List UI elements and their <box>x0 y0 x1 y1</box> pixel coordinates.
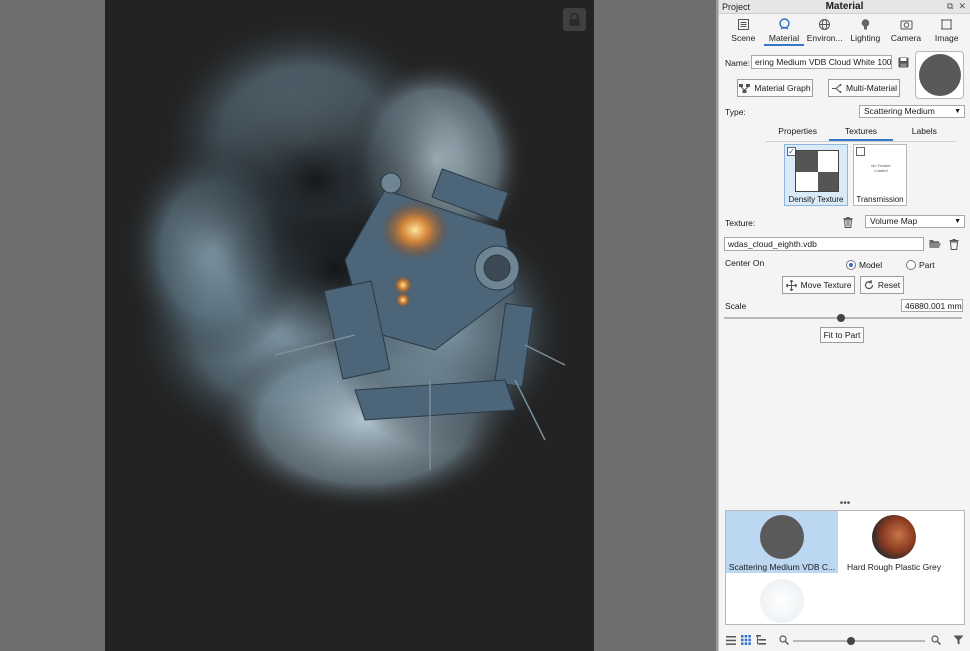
multi-material-button[interactable]: Multi-Material <box>828 79 900 97</box>
tab-image[interactable]: Image <box>926 16 967 46</box>
folder-open-icon[interactable] <box>928 237 942 251</box>
library-toolbar <box>719 630 970 650</box>
transmission-checkbox[interactable] <box>856 147 865 156</box>
scale-value-field[interactable]: 46880.001 mm <box>901 299 963 312</box>
subtab-properties[interactable]: Properties <box>766 125 829 141</box>
rendered-scene-image <box>125 20 566 510</box>
material-name-field[interactable]: ering Medium VDB Cloud White 100mm <box>751 55 892 69</box>
viewport-area <box>0 0 716 651</box>
material-thumbnail <box>760 579 804 623</box>
tab-camera[interactable]: Camera <box>886 16 927 46</box>
center-on-label: Center On <box>725 258 765 268</box>
type-label: Type: <box>725 107 746 117</box>
zoom-slider-track[interactable] <box>793 640 925 642</box>
material-thumbnail <box>872 515 916 559</box>
texture-type-value: Volume Map <box>870 216 918 226</box>
trash-icon[interactable] <box>947 237 961 251</box>
library-splitter[interactable]: ••• <box>719 499 970 510</box>
multi-material-icon <box>831 83 842 93</box>
tab-environment[interactable]: Environ... <box>804 16 845 46</box>
type-dropdown[interactable]: Scattering Medium ▼ <box>859 105 965 118</box>
undock-icon[interactable]: ⧉ <box>947 1 953 12</box>
material-panel: Project Material ⧉ ✕ Scene Material Envi… <box>718 0 970 651</box>
render-view[interactable] <box>105 0 594 651</box>
tab-scene-label: Scene <box>731 33 756 43</box>
density-texture-card[interactable]: ✓ Density Texture <box>784 144 848 206</box>
texture-type-dropdown[interactable]: Volume Map ▼ <box>865 215 965 228</box>
part-label: Part <box>919 260 935 270</box>
part-radio[interactable] <box>906 260 916 270</box>
material-subtabs: Properties Textures Labels <box>766 125 956 142</box>
panel-titlebar: Project Material ⧉ ✕ <box>719 0 970 14</box>
tab-camera-label: Camera <box>890 33 922 43</box>
tree-view-icon[interactable] <box>754 633 768 647</box>
transmission-label: Transmission <box>856 195 904 204</box>
zoom-out-icon[interactable] <box>777 633 791 647</box>
globe-icon <box>819 19 831 30</box>
scale-label: Scale <box>725 301 747 311</box>
zoom-slider-knob[interactable] <box>847 637 856 645</box>
scene-icon <box>737 19 749 30</box>
list-view-icon[interactable] <box>724 633 738 647</box>
tab-material-label: Material <box>768 33 800 43</box>
reset-icon <box>864 280 873 290</box>
material-preview[interactable] <box>915 51 964 99</box>
transmission-texture-card[interactable]: No Texture Loaded Transmission <box>853 144 907 206</box>
name-label: Name: <box>725 58 751 68</box>
material-graph-button[interactable]: Material Graph <box>737 79 813 97</box>
graph-icon <box>739 83 751 93</box>
model-label: Model <box>859 260 883 270</box>
library-item[interactable] <box>726 575 838 624</box>
scale-slider-knob[interactable] <box>836 314 845 322</box>
trash-icon[interactable] <box>841 215 855 229</box>
image-icon <box>941 19 953 30</box>
density-texture-thumbnail <box>795 150 839 192</box>
library-item-name: Scattering Medium VDB C... <box>728 562 836 572</box>
texture-file-field[interactable]: wdas_cloud_eighth.vdb <box>724 237 924 251</box>
chevron-down-icon: ▼ <box>954 218 961 225</box>
subtab-textures[interactable]: Textures <box>829 125 893 141</box>
move-texture-label: Move Texture <box>800 280 852 290</box>
material-graph-label: Material Graph <box>754 83 811 93</box>
texture-label: Texture: <box>725 218 756 228</box>
camera-icon <box>900 20 913 30</box>
reset-label: Reset <box>877 280 901 290</box>
reset-button[interactable]: Reset <box>860 276 904 294</box>
move-icon <box>785 279 797 291</box>
panel-title: Material <box>825 1 864 12</box>
tab-lighting-label: Lighting <box>850 33 881 43</box>
zoom-in-icon[interactable] <box>929 633 943 647</box>
density-texture-label: Density Texture <box>788 195 844 204</box>
material-thumbnail <box>760 515 804 559</box>
multi-material-label: Multi-Material <box>845 83 897 93</box>
fit-to-part-button[interactable]: Fit to Part <box>820 327 864 343</box>
chevron-down-icon: ▼ <box>954 108 961 115</box>
material-library: Scattering Medium VDB C... Hard Rough Pl… <box>725 510 965 625</box>
panel-tabs: Scene Material Environ... Lighting Camer… <box>723 16 967 46</box>
move-texture-button[interactable]: Move Texture <box>782 276 855 294</box>
preview-sphere <box>918 54 961 96</box>
no-texture-text: No Texture Loaded <box>871 163 891 173</box>
library-item-name: Hard Rough Plastic Grey <box>846 562 941 572</box>
lock-icon[interactable] <box>563 8 586 31</box>
save-icon[interactable] <box>896 55 910 69</box>
material-icon <box>778 18 790 30</box>
type-value: Scattering Medium <box>864 106 935 116</box>
subtab-labels[interactable]: Labels <box>893 125 956 141</box>
model-radio[interactable] <box>846 260 856 270</box>
tab-lighting[interactable]: Lighting <box>845 16 886 46</box>
tab-environment-label: Environ... <box>806 33 843 43</box>
grid-view-icon[interactable] <box>739 633 753 647</box>
tab-material[interactable]: Material <box>763 16 805 46</box>
tab-image-label: Image <box>934 33 959 43</box>
tab-scene[interactable]: Scene <box>723 16 764 46</box>
library-item[interactable]: Scattering Medium VDB C... <box>726 511 838 573</box>
filter-icon[interactable] <box>951 633 965 647</box>
close-icon[interactable]: ✕ <box>958 1 966 12</box>
fit-to-part-label: Fit to Part <box>823 330 861 340</box>
library-item[interactable]: Hard Rough Plastic Grey <box>838 511 950 573</box>
bulb-icon <box>861 19 870 30</box>
